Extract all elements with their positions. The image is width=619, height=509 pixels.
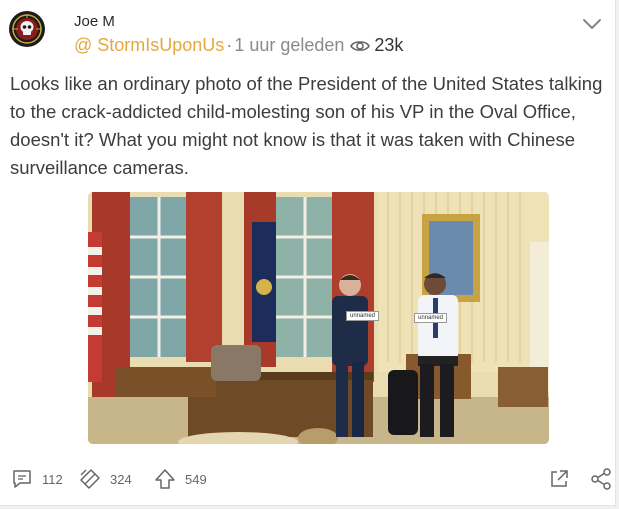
post-image[interactable]: unnamed unnamed (88, 192, 549, 444)
photo-tag[interactable]: unnamed (346, 311, 380, 321)
skull-avatar-icon (10, 12, 44, 46)
view-count: 23k (374, 35, 404, 55)
share-external-icon[interactable] (547, 467, 571, 491)
comment-count: 112 (42, 471, 63, 487)
chevron-down-icon[interactable] (581, 16, 603, 32)
action-bar: 112 324 549 (0, 462, 619, 496)
oval-office-photo (88, 192, 549, 444)
comment-icon (13, 470, 31, 488)
comments-button[interactable]: 112 (10, 467, 63, 491)
repost-count: 324 (110, 471, 132, 487)
upvote-button[interactable]: 549 (153, 467, 207, 491)
author-handle[interactable]: @ StormIsUponUs (74, 35, 224, 56)
photo-tag[interactable]: unnamed (414, 313, 448, 323)
share-network-icon[interactable] (589, 467, 613, 491)
upvote-count: 549 (185, 471, 207, 487)
author-name[interactable]: Joe M (74, 13, 115, 30)
post-time: 1 uur geleden (234, 35, 345, 55)
repost-button[interactable]: 324 (78, 467, 132, 491)
post-body: Looks like an ordinary photo of the Pres… (10, 73, 603, 178)
post-card: Joe M @ StormIsUponUs · 1 uur geleden 23… (0, 0, 616, 506)
eye-icon (350, 40, 371, 51)
post-meta: @ StormIsUponUs · 1 uur geleden 23k (74, 35, 403, 56)
upvote-arrow-icon (155, 469, 175, 489)
avatar[interactable] (9, 11, 45, 47)
meta-separator: · (226, 35, 233, 55)
repost-icon (80, 469, 100, 489)
